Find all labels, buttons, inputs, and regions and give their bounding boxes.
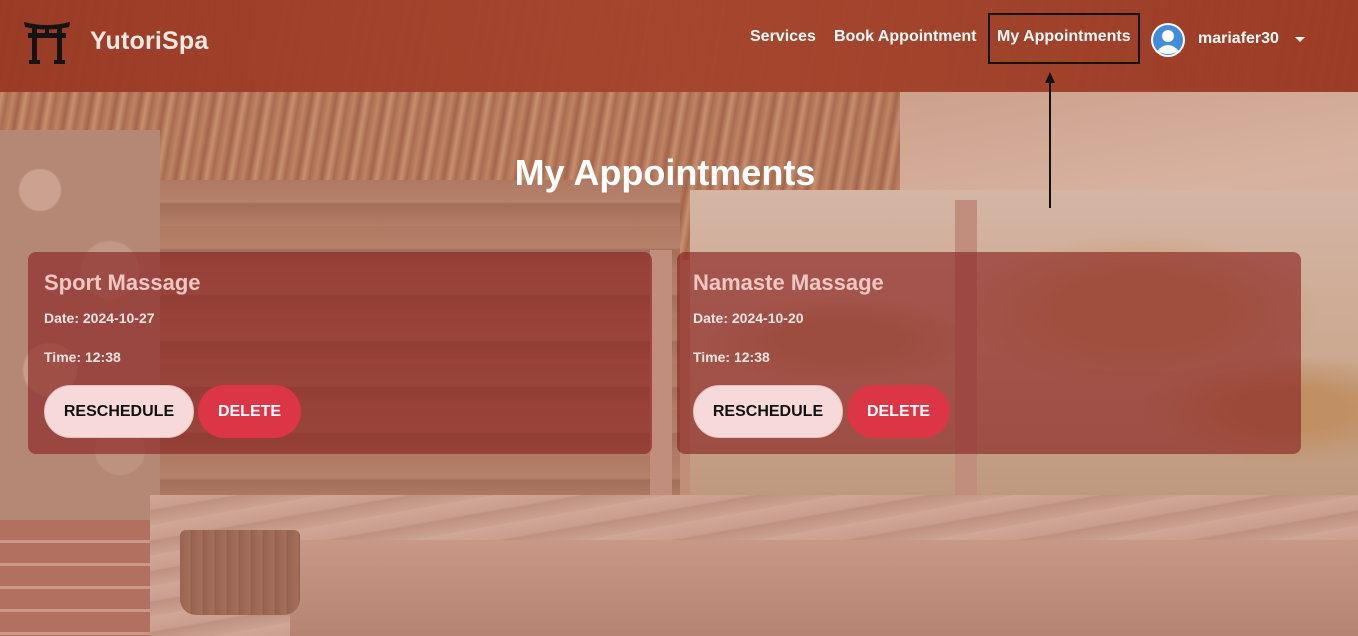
appointment-card: Sport Massage Date: 2024-10-27 Time: 12:… (28, 252, 652, 454)
torii-gate-icon (24, 22, 70, 64)
appointment-date: Date: 2024-10-27 (44, 310, 155, 326)
brand-name: YutoriSpa (90, 26, 209, 55)
appointment-service: Namaste Massage (693, 270, 884, 295)
reschedule-button[interactable]: RESCHEDULE (44, 385, 194, 438)
caret-down-icon[interactable] (1295, 37, 1305, 42)
user-name[interactable]: mariafer30 (1198, 30, 1279, 48)
navbar: YutoriSpa Services Book Appointment My A… (0, 0, 1358, 92)
appointment-service: Sport Massage (44, 270, 201, 295)
appointment-time: Time: 12:38 (44, 349, 121, 365)
delete-button[interactable]: DELETE (198, 385, 301, 438)
nav-my-appointments-link[interactable]: My Appointments (997, 28, 1131, 46)
nav-services-link[interactable]: Services (750, 28, 816, 46)
reschedule-button[interactable]: RESCHEDULE (693, 385, 843, 438)
user-avatar-icon[interactable] (1150, 22, 1186, 58)
page-title: My Appointments (514, 152, 816, 193)
appointment-card: Namaste Massage Date: 2024-10-20 Time: 1… (677, 252, 1301, 454)
delete-button[interactable]: DELETE (847, 385, 950, 438)
brand-link[interactable]: YutoriSpa (22, 16, 209, 66)
appointment-date: Date: 2024-10-20 (693, 310, 804, 326)
nav-book-appointment-link[interactable]: Book Appointment (834, 28, 977, 46)
appointment-time: Time: 12:38 (693, 349, 770, 365)
